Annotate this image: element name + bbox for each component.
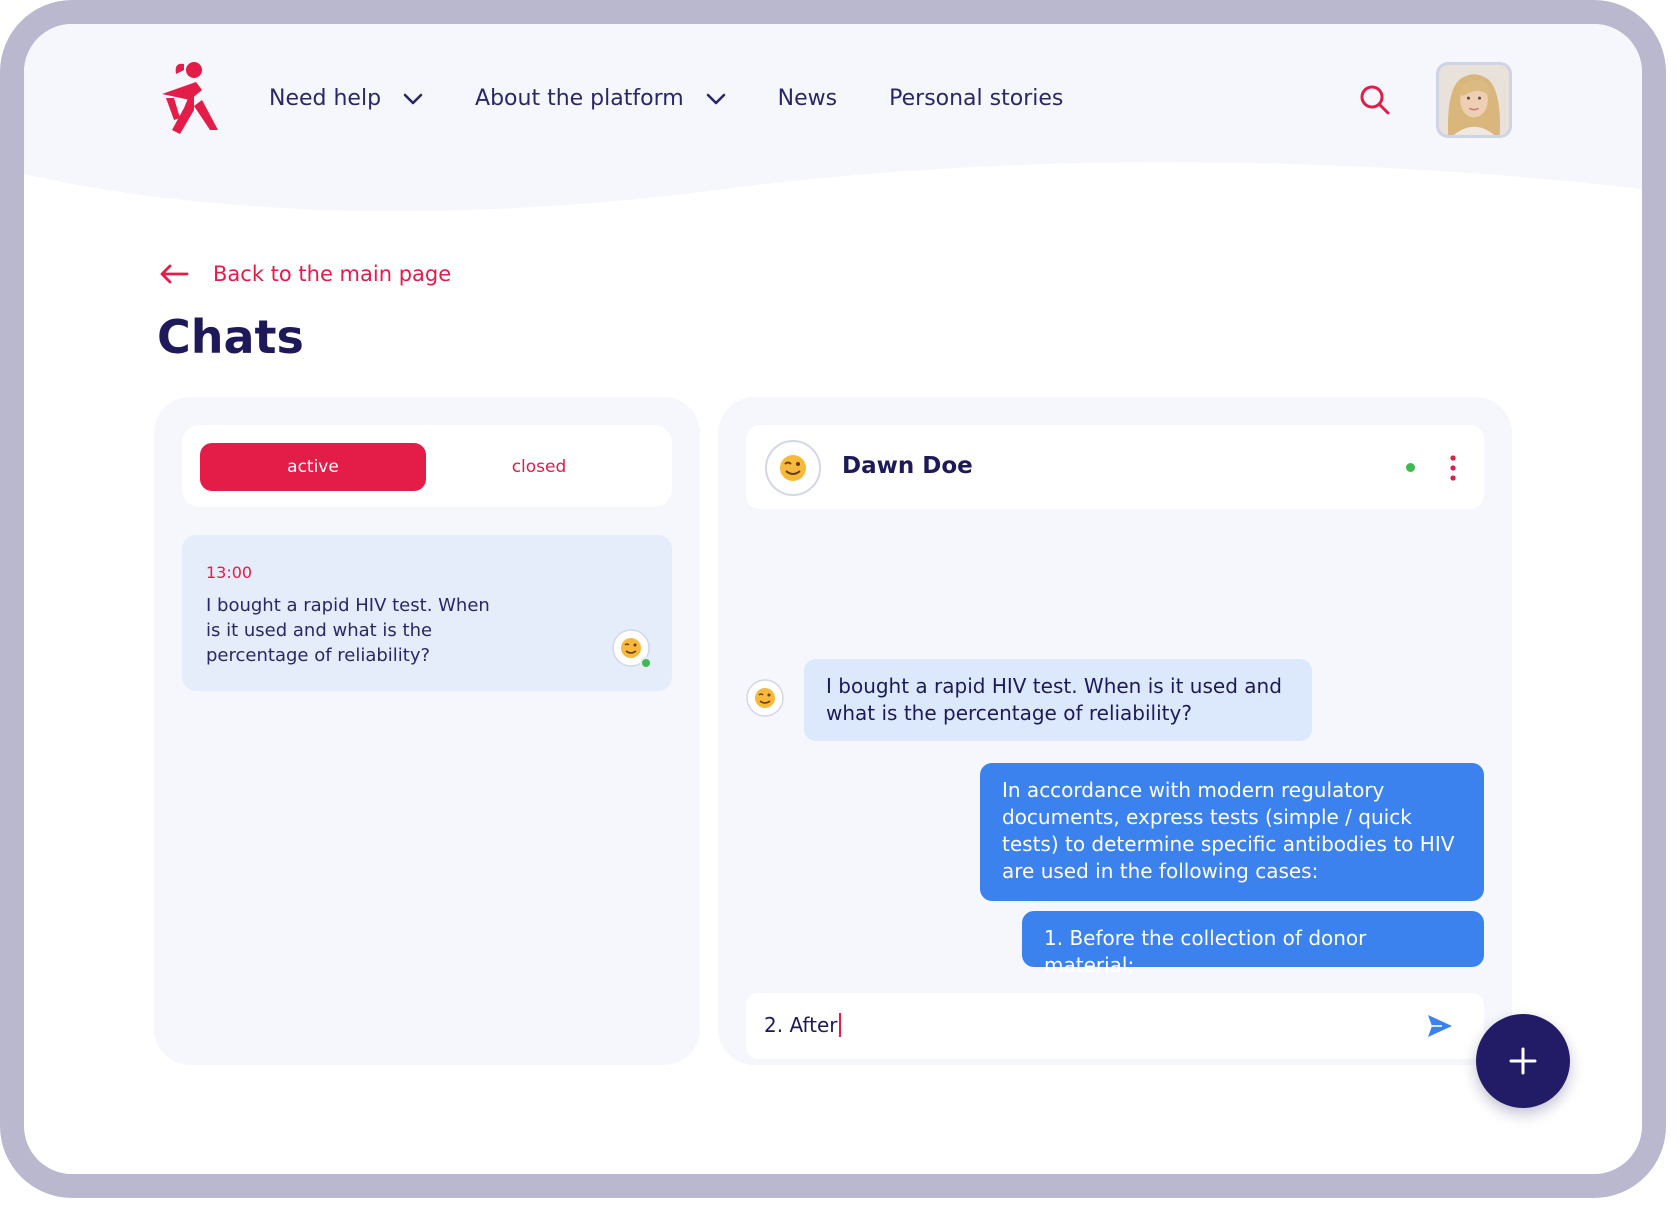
user-avatar[interactable] — [1436, 62, 1512, 138]
message-composer[interactable]: 2. After — [746, 993, 1484, 1059]
nav-need-help-label: Need help — [269, 86, 382, 111]
chat-item-time: 13:00 — [206, 563, 253, 582]
chevron-down-icon — [403, 93, 423, 104]
winking-face-icon — [765, 440, 821, 496]
winking-face-icon — [746, 679, 784, 717]
main-nav: Need help About the platform News Person… — [269, 86, 1115, 111]
plus-icon — [1509, 1047, 1537, 1075]
back-link-label: Back to the main page — [213, 262, 452, 286]
text-caret — [839, 1013, 842, 1037]
message-input-value: 2. After — [764, 1013, 838, 1037]
online-indicator — [640, 657, 652, 669]
conversation-panel: Dawn Doe I bought a rapid HIV test. When… — [718, 397, 1512, 1065]
chat-status-tabs: active closed — [182, 425, 672, 507]
outgoing-message: 1. Before the collection of donor materi… — [1022, 911, 1484, 977]
more-vertical-icon[interactable] — [1446, 453, 1460, 483]
chat-list-item[interactable]: 13:00 I bought a rapid HIV test. When is… — [182, 535, 672, 691]
nav-personal-stories-label: Personal stories — [889, 86, 1064, 111]
arrow-left-icon — [160, 264, 189, 284]
outgoing-message: In accordance with modern regulatory doc… — [980, 763, 1484, 901]
new-chat-button[interactable] — [1476, 1014, 1570, 1108]
conversation-header: Dawn Doe — [746, 425, 1484, 509]
nav-need-help[interactable]: Need help — [269, 86, 423, 111]
chat-list-panel: active closed 13:00 I bought a rapid HIV… — [154, 397, 700, 1065]
incoming-message: I bought a rapid HIV test. When is it us… — [804, 659, 1312, 741]
nav-news-label: News — [777, 86, 838, 111]
nav-about-platform[interactable]: About the platform — [475, 86, 726, 111]
device-frame: Need help About the platform News Person… — [0, 0, 1666, 1198]
contact-online-status — [1406, 463, 1415, 472]
nav-news[interactable]: News — [778, 86, 837, 111]
header-wave-background — [24, 24, 1642, 212]
chat-item-preview: I bought a rapid HIV test. When is it us… — [206, 595, 490, 666]
nav-about-platform-label: About the platform — [475, 86, 684, 111]
back-to-main-link[interactable]: Back to the main page — [159, 262, 451, 286]
page-title: Chats — [157, 310, 304, 364]
chevron-down-icon — [706, 93, 725, 104]
nav-personal-stories[interactable]: Personal stories — [889, 86, 1063, 111]
message-input[interactable]: 2. After — [764, 1013, 842, 1037]
send-icon[interactable] — [1426, 1013, 1454, 1039]
tab-closed[interactable]: closed — [426, 443, 652, 491]
logo-icon[interactable] — [154, 60, 224, 140]
user-avatar-photo — [1439, 65, 1509, 135]
search-icon[interactable] — [1359, 84, 1391, 116]
app-screen: Need help About the platform News Person… — [24, 24, 1642, 1174]
contact-name: Dawn Doe — [842, 453, 973, 479]
tab-active[interactable]: active — [200, 443, 426, 491]
